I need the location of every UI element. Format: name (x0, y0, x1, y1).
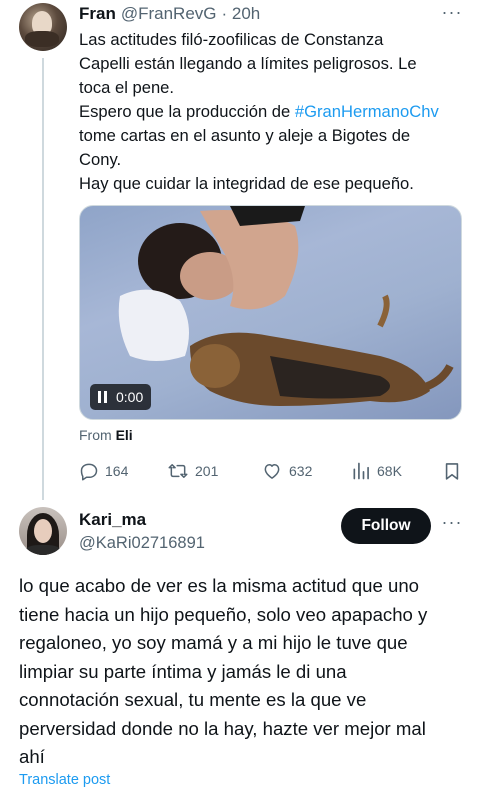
tweet-header: Fran @FranRevG · 20h (79, 4, 260, 26)
retweet-button[interactable]: 201 (167, 458, 218, 484)
from-source[interactable]: Eli (116, 427, 133, 443)
views-button[interactable]: 68K (351, 458, 402, 484)
reply-text-line: limpiar su parte íntima y jamás le di un… (19, 660, 347, 682)
reply-text-line: ahí (19, 746, 45, 767)
tweet-text-line: Espero que la producción de #GranHermano… (79, 100, 471, 124)
original-tweet: Fran @FranRevG · 20h ··· Las actitudes f… (0, 0, 481, 500)
tweet-text-line: Cony. (79, 150, 122, 169)
tweet-timestamp[interactable]: · 20h (222, 4, 261, 24)
video-time-badge[interactable]: 0:00 (90, 384, 152, 410)
reply-button[interactable]: 164 (79, 458, 128, 484)
heart-icon (264, 464, 280, 479)
reply-text-line: tiene hacia un hijo pequeño, solo veo ap… (19, 603, 428, 625)
reply-text-line: regaloneo, yo soy mamá y a mi hijo le tu… (19, 632, 408, 653)
hashtag-link[interactable]: #GranHermanoChv (295, 102, 439, 121)
reply-author-avatar[interactable] (19, 507, 67, 555)
reply-icon (80, 463, 98, 481)
bookmark-button[interactable] (442, 458, 468, 484)
tweet-text-line: Capelli están llegando a límites peligro… (79, 54, 417, 73)
tweet-text: Las actitudes filó-zoofilicas de Constan… (79, 28, 471, 196)
author-avatar[interactable] (19, 3, 67, 51)
bookmark-icon (445, 463, 459, 480)
views-icon (353, 462, 369, 480)
thread-line (42, 58, 44, 500)
reply-text: lo que acabo de ver es la misma actitud … (19, 572, 474, 772)
retweet-icon (168, 464, 188, 478)
retweet-count: 201 (195, 463, 219, 479)
tweet-text-line: Las actitudes filó-zoofilicas de Constan… (79, 30, 384, 49)
reply-count: 164 (105, 463, 129, 479)
tweet-actions: 164 201 632 68K (79, 458, 464, 484)
reply-author-handle[interactable]: @KaRi02716891 (79, 534, 205, 553)
like-count: 632 (289, 463, 313, 479)
media-attribution: From Eli (79, 427, 133, 443)
author-handle[interactable]: @FranRevG (121, 4, 217, 24)
reply-text-line: perversidad donde no la hay, hazte ver m… (19, 717, 426, 739)
tweet-text-line: toca el pene. (79, 78, 175, 97)
tweet-text-line: Hay que cuidar la integridad de ese pequ… (79, 174, 414, 193)
more-icon[interactable]: ··· (441, 3, 463, 24)
more-icon[interactable]: ··· (441, 513, 463, 534)
tweet-text-fragment: Espero que la producción de (79, 102, 295, 121)
author-name[interactable]: Fran (79, 4, 116, 24)
reply-text-line: lo que acabo de ver es la misma actitud … (19, 575, 420, 596)
reply-author-name[interactable]: Kari_ma (79, 510, 146, 530)
video-time: 0:00 (116, 389, 144, 405)
like-button[interactable]: 632 (261, 458, 312, 484)
reply-text-line: connotación sexual, tu mente es la que v… (19, 689, 367, 710)
video-player[interactable]: 0:00 (79, 205, 462, 420)
tweet-text-line: tome cartas en el asunto y aleje a Bigot… (79, 126, 411, 145)
translate-post-link[interactable]: Translate post (19, 772, 110, 788)
views-count: 68K (377, 463, 402, 479)
follow-button[interactable]: Follow (341, 508, 431, 544)
pause-icon[interactable] (98, 391, 108, 403)
from-label: From (79, 427, 112, 443)
